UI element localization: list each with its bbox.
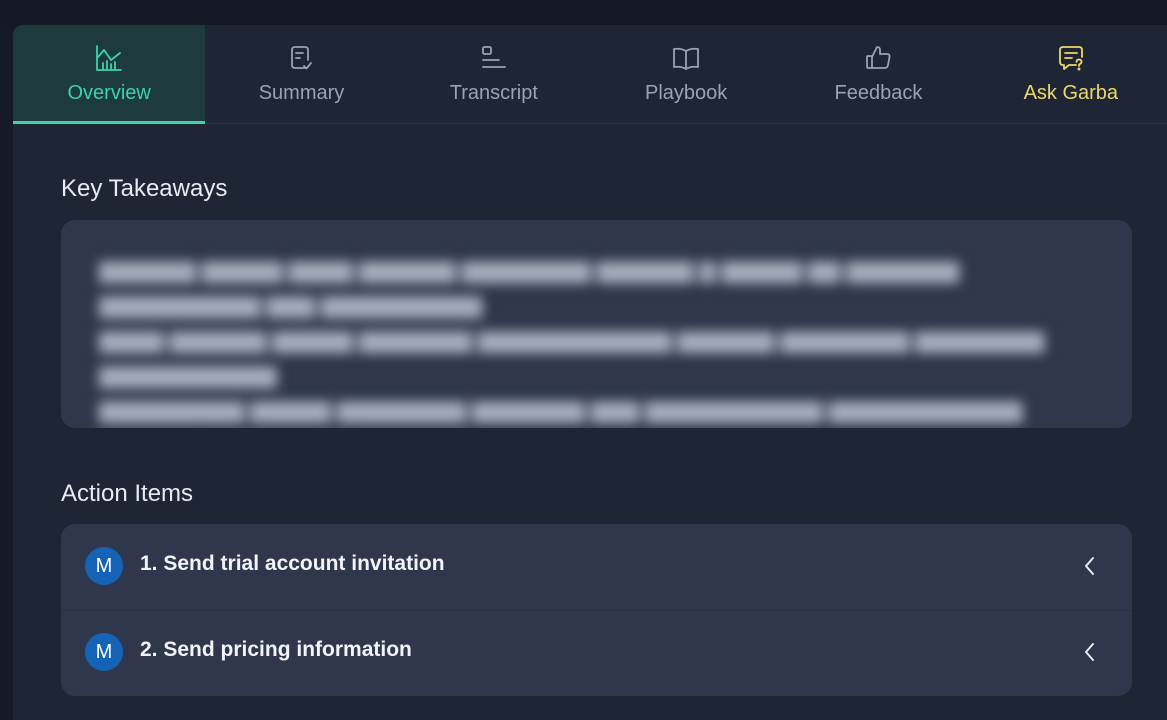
action-items-title: Action Items [61,480,194,507]
action-item-number: 2. [140,638,158,661]
chevron-left-icon[interactable] [1078,640,1102,664]
action-items-list: M 1. Send trial account invitation M 2. … [61,524,1132,696]
tab-summary-label: Summary [258,82,345,104]
book-icon [671,43,701,73]
tab-transcript[interactable]: Transcript [398,25,590,123]
key-takeaways-card: ▇▇▇▇▇▇ ▇▇▇▇▇ ▇▇▇▇ ▇▇▇▇▇▇ ▇▇▇▇▇▇▇▇ ▇▇▇▇▇▇… [61,220,1132,428]
chat-question-icon [1056,43,1086,73]
tab-overview-label: Overview [67,82,151,104]
tab-overview[interactable]: Overview [13,25,206,124]
blurred-takeaways-text: ▇▇▇▇▇▇ ▇▇▇▇▇ ▇▇▇▇ ▇▇▇▇▇▇ ▇▇▇▇▇▇▇▇ ▇▇▇▇▇▇… [99,260,1045,423]
avatar: M [85,547,123,585]
active-tab-indicator [13,121,206,124]
action-item[interactable]: M 1. Send trial account invitation [61,524,1132,611]
tab-transcript-label: Transcript [449,82,538,104]
tab-ask-garba[interactable]: Ask Garba [975,25,1167,123]
action-item-text: 1. Send trial account invitation [140,552,445,576]
thumbs-up-icon [863,43,893,73]
tab-ask-garba-label: Ask Garba [1023,82,1119,104]
key-takeaways-title: Key Takeaways [61,175,228,202]
tab-summary[interactable]: Summary [205,25,397,123]
window-top-strip [0,0,1167,25]
action-item-label: Send trial account invitation [163,552,445,575]
tab-bar: Overview Summary Transcript Playbook Fee… [13,25,1167,124]
tab-feedback[interactable]: Feedback [782,25,974,123]
transcript-icon [479,43,509,73]
action-item-text: 2. Send pricing information [140,638,412,662]
tab-feedback-label: Feedback [834,82,923,104]
chevron-left-icon[interactable] [1078,554,1102,578]
document-check-icon [286,43,316,73]
tab-playbook[interactable]: Playbook [590,25,782,123]
action-item-number: 1. [140,552,158,575]
chart-icon [94,43,124,73]
tab-playbook-label: Playbook [645,82,728,104]
avatar: M [85,633,123,671]
action-item-label: Send pricing information [163,638,412,661]
call-details-panel: Overview Summary Transcript Playbook Fee… [13,25,1167,720]
action-item[interactable]: M 2. Send pricing information [61,610,1132,696]
